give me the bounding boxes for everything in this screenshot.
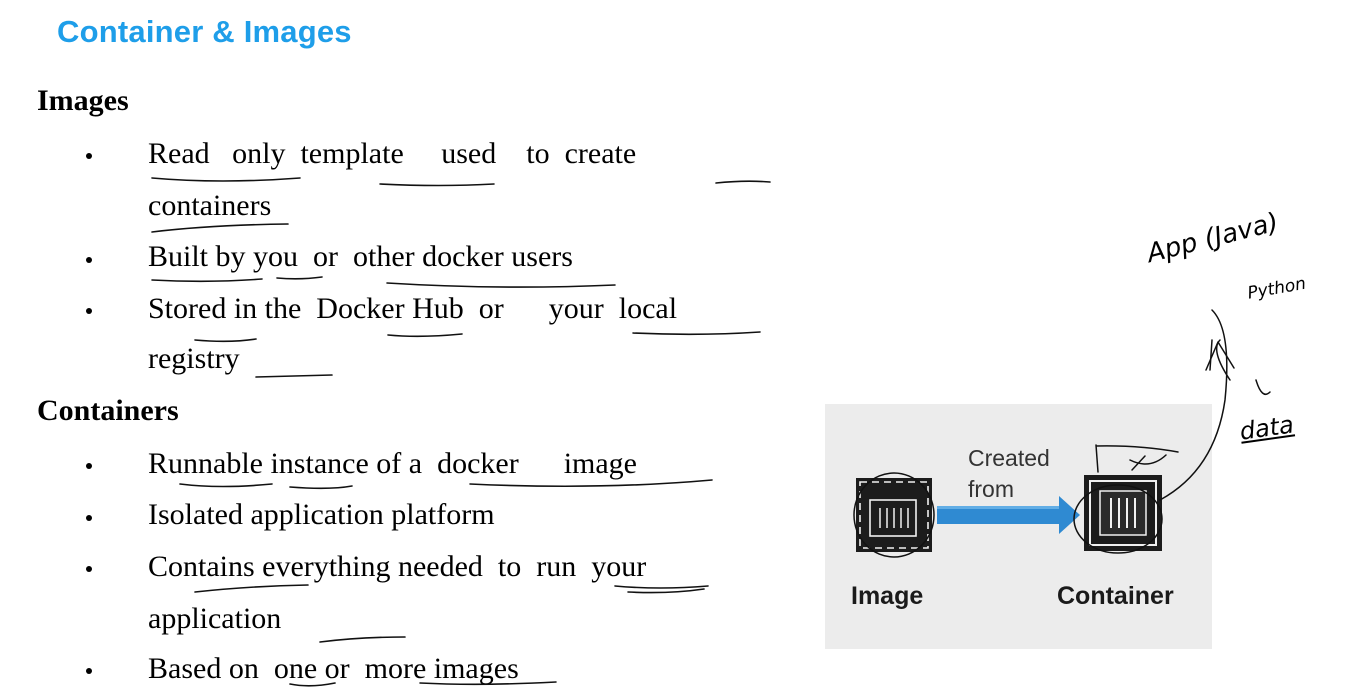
containers-bullet-1-line1: Runnable instance of a docker image	[148, 447, 637, 480]
images-bullet-2: Built by you or other docker users	[148, 231, 788, 283]
page-title: Container & Images	[57, 14, 352, 49]
bullet-dot	[86, 257, 92, 263]
images-bullet-3-line2: registry	[148, 342, 240, 375]
images-bullet-1-line1: Read only template used to create	[148, 137, 637, 170]
image-container-diagram: Created from Image Container	[825, 404, 1212, 649]
images-bullet-1-line2: containers	[148, 189, 272, 222]
containers-bullet-3-line2: application	[148, 602, 282, 635]
images-bullet-3: Stored in the Docker Hub or your local r…	[148, 283, 788, 385]
handwritten-note-python: Python	[1246, 273, 1308, 304]
containers-bullet-2: Isolated application platform	[148, 489, 788, 541]
arrow-label-line1: Created	[968, 445, 1050, 471]
container-label: Container	[1057, 582, 1174, 610]
arrow-label-line2: from	[968, 476, 1014, 502]
bullet-dot	[86, 308, 92, 314]
containers-bullet-1: Runnable instance of a docker image	[148, 438, 788, 490]
containers-bullet-4: Based on one or more images	[148, 643, 788, 695]
arrow-label: Created from	[968, 443, 1050, 505]
containers-bullet-2-line1: Isolated application platform	[148, 498, 495, 531]
bullet-dot	[86, 463, 92, 469]
bullet-dot	[86, 153, 92, 159]
images-bullet-2-line1: Built by you or other docker users	[148, 240, 573, 273]
containers-bullet-3-line1: Contains everything needed to run your	[148, 550, 647, 583]
containers-bullet-4-line1: Based on one or more images	[148, 652, 519, 685]
images-heading: Images	[37, 84, 129, 117]
bullet-dot	[86, 668, 92, 674]
bullet-dot	[86, 515, 92, 521]
images-bullet-1: Read only template used to create contai…	[148, 128, 788, 232]
containers-heading: Containers	[37, 394, 179, 427]
bullet-dot	[86, 566, 92, 572]
handwritten-note-data: data	[1238, 410, 1296, 446]
images-bullet-3-line1: Stored in the Docker Hub or your local	[148, 292, 678, 325]
image-label: Image	[851, 582, 924, 610]
containers-bullet-3: Contains everything needed to run your a…	[148, 541, 788, 645]
handwritten-note-app: App (Java)	[1144, 207, 1282, 270]
